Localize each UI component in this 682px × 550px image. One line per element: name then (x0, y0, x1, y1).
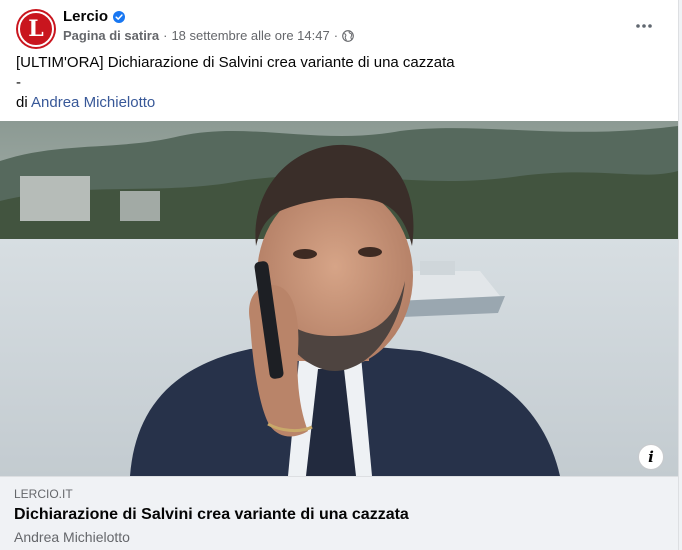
post-byline: di Andrea Michielotto (16, 93, 662, 113)
globe-icon[interactable] (342, 29, 354, 42)
page-avatar[interactable]: L (16, 9, 56, 49)
page-category: Pagina di satira (63, 28, 160, 43)
link-description: Andrea Michielotto (14, 529, 130, 545)
byline-prefix: di (16, 94, 28, 111)
link-preview[interactable]: LERCIO.IT Dichiarazione di Salvini crea … (0, 476, 678, 550)
post-text-line: [ULTIM'ORA] Dichiarazione di Salvini cre… (16, 54, 455, 71)
post-header: L Lercio Pagina di satira · 18 settembre… (16, 8, 662, 49)
post-image[interactable]: i (0, 121, 678, 476)
author-link[interactable]: Andrea Michielotto (31, 94, 155, 111)
more-options-button[interactable] (630, 12, 658, 40)
meta-separator: · (163, 28, 168, 43)
info-icon: i (648, 448, 654, 466)
post-meta: Pagina di satira · 18 settembre alle ore… (63, 28, 354, 43)
post-text: [ULTIM'ORA] Dichiarazione di Salvini cre… (16, 53, 662, 113)
meta-separator: · (333, 28, 339, 43)
avatar-letter: L (18, 11, 54, 47)
post-timestamp[interactable]: 18 settembre alle ore 14:47 (171, 28, 329, 43)
info-button[interactable]: i (638, 444, 664, 470)
page-name-row: Lercio (63, 8, 126, 25)
post-text-line: - (16, 74, 21, 91)
verified-badge-icon (113, 10, 126, 23)
page-name[interactable]: Lercio (63, 8, 108, 25)
facebook-post: L Lercio Pagina di satira · 18 settembre… (0, 0, 679, 550)
more-options-icon (636, 24, 652, 28)
post-photo (0, 121, 678, 476)
link-title[interactable]: Dichiarazione di Salvini crea variante d… (14, 506, 409, 524)
link-domain: LERCIO.IT (14, 487, 73, 501)
